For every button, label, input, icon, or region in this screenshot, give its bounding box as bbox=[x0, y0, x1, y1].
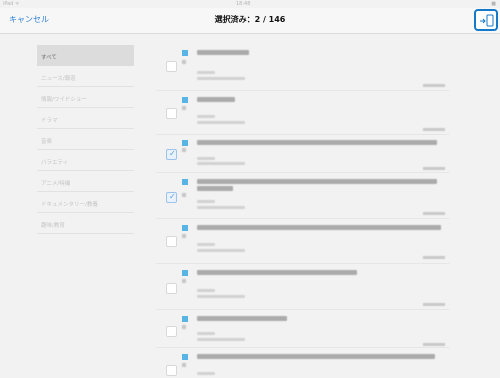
recording-meta-redacted bbox=[197, 338, 245, 341]
select-checkbox[interactable] bbox=[166, 283, 177, 294]
recording-meta-redacted bbox=[197, 332, 215, 335]
recording-meta-redacted bbox=[197, 121, 245, 124]
recording-meta-redacted bbox=[197, 71, 215, 74]
sidebar-item-news[interactable]: ニュース/報道 bbox=[37, 66, 134, 87]
list-item[interactable] bbox=[156, 264, 449, 310]
new-badge-icon bbox=[182, 97, 188, 103]
select-checkbox[interactable] bbox=[166, 108, 177, 119]
channel-icon bbox=[182, 279, 186, 283]
recording-meta-redacted bbox=[197, 295, 245, 298]
sidebar-item-label: ドラマ bbox=[41, 118, 58, 124]
sidebar-item-label: 音楽 bbox=[41, 139, 53, 145]
recording-meta-redacted bbox=[197, 200, 215, 203]
recording-date-redacted bbox=[423, 256, 445, 259]
recording-title-redacted bbox=[197, 270, 357, 275]
channel-icon bbox=[182, 106, 186, 110]
transfer-to-device-button[interactable] bbox=[474, 9, 498, 31]
recording-title-redacted bbox=[197, 225, 441, 230]
sidebar-item-label: バラエティ bbox=[41, 160, 69, 166]
select-checkbox[interactable] bbox=[166, 326, 177, 337]
list-item[interactable] bbox=[156, 38, 449, 91]
new-badge-icon bbox=[182, 316, 188, 322]
device-transfer-icon bbox=[480, 14, 494, 27]
sidebar-item-music[interactable]: 音楽 bbox=[37, 129, 134, 150]
channel-icon bbox=[182, 325, 186, 329]
sidebar-item-anime[interactable]: アニメ/特撮 bbox=[37, 171, 134, 192]
status-bar: iPad ᯤ 18:48 ■ bbox=[0, 0, 500, 8]
recording-title-redacted bbox=[197, 354, 435, 359]
list-item[interactable] bbox=[156, 219, 449, 264]
sidebar-item-label: 情報/ワイドショー bbox=[41, 97, 87, 103]
list-item[interactable] bbox=[156, 173, 449, 219]
select-checkbox[interactable] bbox=[166, 236, 177, 247]
recording-title-redacted bbox=[197, 186, 233, 191]
recording-date-redacted bbox=[423, 212, 445, 215]
recording-date-redacted bbox=[423, 84, 445, 87]
recording-date-redacted bbox=[423, 303, 445, 306]
recording-meta-redacted bbox=[197, 157, 215, 160]
device-wifi-status: iPad ᯤ bbox=[3, 1, 20, 7]
select-checkbox[interactable] bbox=[166, 365, 177, 376]
list-item[interactable] bbox=[156, 135, 449, 173]
sidebar-item-label: ニュース/報道 bbox=[41, 76, 76, 82]
sidebar-item-hobby[interactable]: 趣味/教育 bbox=[37, 213, 134, 234]
sidebar-item-drama[interactable]: ドラマ bbox=[37, 108, 134, 129]
recording-meta-redacted bbox=[197, 115, 215, 118]
sidebar-item-label: すべて bbox=[41, 55, 57, 61]
sidebar-item-variety[interactable]: バラエティ bbox=[37, 150, 134, 171]
genre-sidebar: すべて ニュース/報道 情報/ワイドショー ドラマ 音楽 バラエティ アニメ/特… bbox=[37, 45, 134, 234]
new-badge-icon bbox=[182, 354, 188, 360]
recording-meta-redacted bbox=[197, 243, 215, 246]
recording-title-redacted bbox=[197, 50, 249, 55]
select-checkbox[interactable] bbox=[166, 149, 177, 160]
list-item[interactable] bbox=[156, 310, 449, 348]
recording-meta-redacted bbox=[197, 162, 245, 165]
recording-date-redacted bbox=[423, 343, 445, 346]
page-title: 選択済み：2 / 146 bbox=[214, 15, 286, 24]
new-badge-icon bbox=[182, 225, 188, 231]
select-checkbox[interactable] bbox=[166, 61, 177, 72]
new-badge-icon bbox=[182, 179, 188, 185]
sidebar-item-label: 趣味/教育 bbox=[41, 223, 65, 229]
list-item[interactable] bbox=[156, 91, 449, 135]
new-badge-icon bbox=[182, 140, 188, 146]
recording-date-redacted bbox=[423, 128, 445, 131]
select-checkbox[interactable] bbox=[166, 192, 177, 203]
recording-meta-redacted bbox=[197, 206, 245, 209]
sidebar-item-documentary[interactable]: ドキュメンタリー/教養 bbox=[37, 192, 134, 213]
navigation-bar: キャンセル 選択済み：2 / 146 bbox=[0, 8, 500, 34]
recording-list bbox=[156, 38, 449, 378]
channel-icon bbox=[182, 148, 186, 152]
channel-icon bbox=[182, 234, 186, 238]
channel-icon bbox=[182, 363, 186, 367]
new-badge-icon bbox=[182, 270, 188, 276]
channel-icon bbox=[182, 193, 186, 197]
recording-meta-redacted bbox=[197, 249, 245, 252]
recording-title-redacted bbox=[197, 179, 437, 184]
channel-icon bbox=[182, 60, 186, 64]
sidebar-item-label: アニメ/特撮 bbox=[41, 181, 71, 187]
sidebar-item-label: ドキュメンタリー/教養 bbox=[41, 202, 98, 208]
recording-meta-redacted bbox=[197, 77, 245, 80]
sidebar-item-info[interactable]: 情報/ワイドショー bbox=[37, 87, 134, 108]
battery-icon: ■ bbox=[491, 1, 496, 7]
recording-date-redacted bbox=[423, 167, 445, 170]
clock: 18:48 bbox=[236, 1, 251, 7]
sidebar-item-all[interactable]: すべて bbox=[37, 45, 134, 66]
recording-title-redacted bbox=[197, 316, 287, 321]
recording-title-redacted bbox=[197, 140, 437, 145]
recording-meta-redacted bbox=[197, 289, 215, 292]
recording-title-redacted bbox=[197, 97, 235, 102]
new-badge-icon bbox=[182, 50, 188, 56]
